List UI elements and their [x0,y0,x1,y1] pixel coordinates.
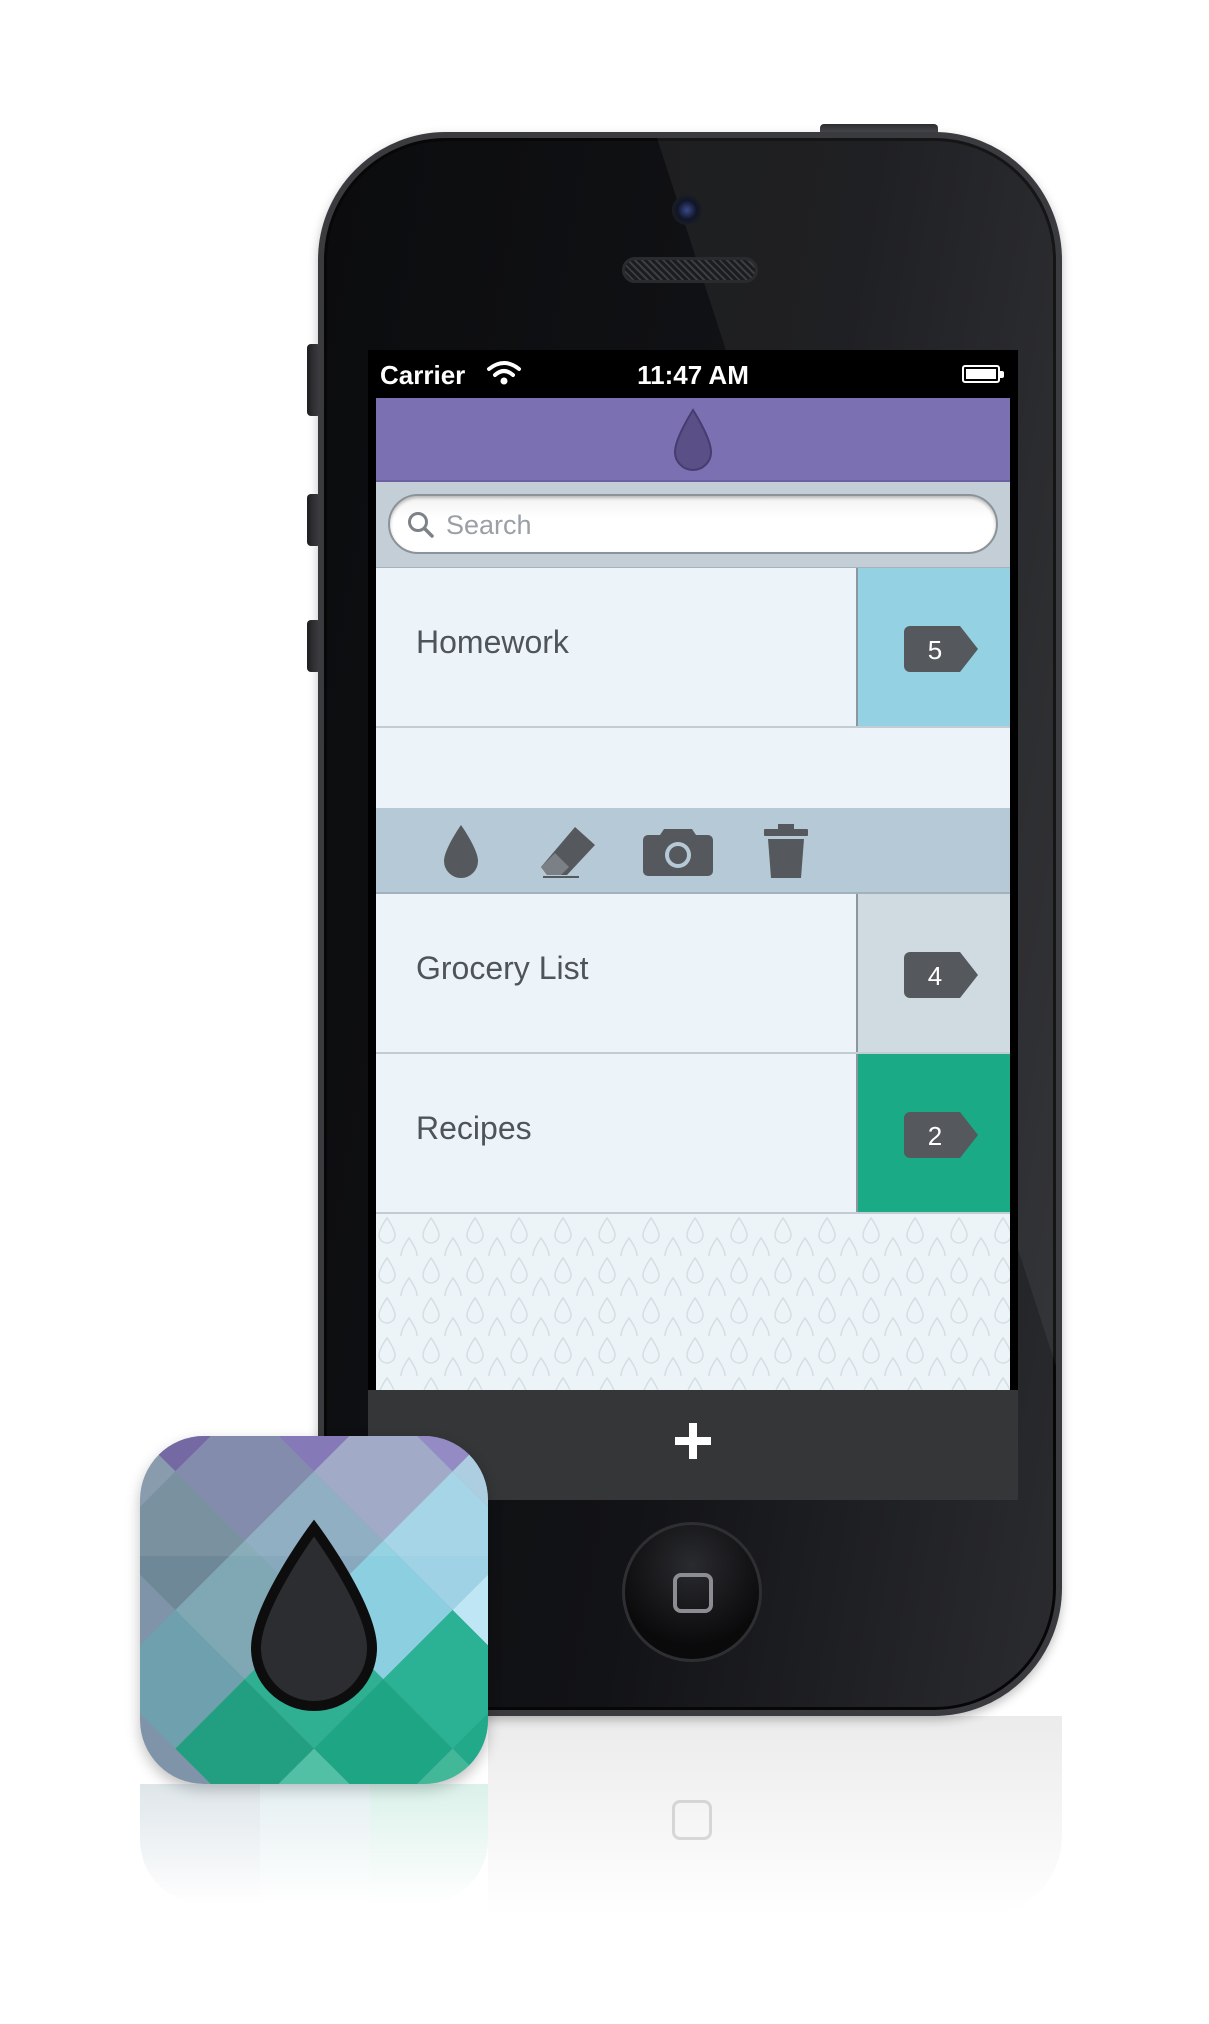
drop-icon [444,825,478,878]
list-row-recipes[interactable]: Recipes 2 [376,1054,1010,1214]
search-field[interactable] [388,494,998,554]
phone-screen: Carrier 11:47 AM Search Homework 5 Groce… [368,350,1018,1500]
item-count: 5 [927,635,943,665]
plus-icon [675,1423,711,1459]
list-row-homework[interactable]: Homework 5 [376,568,1010,728]
action-bar [376,808,1010,894]
delete-button[interactable] [746,818,826,884]
app-icon-art [140,1436,488,1784]
search-bar [376,482,1010,568]
battery-tip [1000,371,1004,378]
search-input[interactable] [446,508,966,542]
app-content: Homework 5 [376,398,1010,1492]
front-camera [672,195,702,225]
list-color-cell[interactable]: 2 [856,1054,1010,1212]
drop-icon [673,408,713,471]
trash-icon [764,824,808,878]
battery-level [966,369,996,379]
battery-icon [962,365,1004,383]
color-button[interactable] [421,818,501,884]
phone-reflection [488,1716,1062,1916]
reflection-art [140,1784,488,1904]
earpiece-speaker [622,257,758,283]
status-time: 11:47 AM [637,360,749,390]
list-color-cell[interactable]: 4 [856,894,1010,1052]
camera-icon [643,829,713,876]
home-square-icon [673,1573,713,1613]
list-title: Recipes [416,1110,532,1146]
rename-button[interactable] [529,818,609,884]
app-icon [140,1436,488,1784]
add-list-button[interactable] [653,1406,733,1476]
item-count: 4 [927,961,943,991]
search-icon [408,512,434,538]
count-tag: 5 [904,626,980,672]
home-button[interactable] [622,1522,762,1662]
photo-button[interactable] [638,818,718,884]
status-bar: Carrier 11:47 AM [368,350,1018,398]
home-button-reflection [672,1800,712,1840]
list-row-grocery-list[interactable]: Grocery List 4 [376,894,1010,1054]
list-title: Grocery List [416,950,589,986]
item-count: 2 [927,1121,943,1151]
count-tag: 4 [904,952,980,998]
count-tag: 2 [904,1112,980,1158]
eraser-icon [541,827,595,878]
nav-bar [376,398,1010,482]
app-icon-reflection [140,1784,488,1904]
list-color-cell[interactable]: 5 [856,568,1010,726]
list-title: Homework [416,624,569,660]
